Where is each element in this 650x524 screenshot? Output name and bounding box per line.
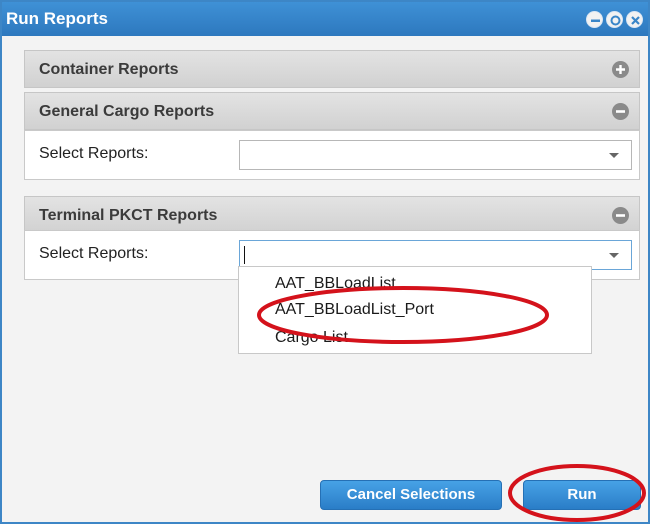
select-reports-label: Select Reports: [39,245,149,262]
plus-icon[interactable] [612,61,629,78]
close-icon[interactable] [626,11,643,28]
section-header-general-cargo-reports[interactable]: General Cargo Reports [24,92,640,130]
restore-icon[interactable] [606,11,623,28]
section-header-container-reports[interactable]: Container Reports [24,50,640,88]
dropdown-option-selected[interactable]: AAT_BBLoadList_Port [275,301,434,319]
general-cargo-report-select[interactable] [239,140,632,170]
section-title: General Cargo Reports [39,103,215,120]
dropdown-option[interactable]: Cargo List [275,329,348,347]
minus-icon[interactable] [612,207,629,224]
cancel-selections-button[interactable]: Cancel Selections [320,480,502,510]
chevron-down-icon[interactable] [609,253,619,258]
select-reports-label: Select Reports: [39,145,149,162]
minus-icon[interactable] [612,103,629,120]
title-bar: Run Reports [2,2,648,36]
text-caret [244,246,245,264]
report-options-dropdown: AAT_BBLoadList AAT_BBLoadList_Port Cargo… [238,266,592,354]
section-title: Terminal PKCT Reports [39,207,218,224]
run-reports-window: Run Reports Container Reports General Ca… [0,0,650,524]
dropdown-option[interactable]: AAT_BBLoadList [275,275,396,293]
chevron-down-icon[interactable] [609,153,619,158]
minimize-icon[interactable] [586,11,603,28]
window-title: Run Reports [6,9,108,28]
run-button[interactable]: Run [523,480,641,510]
section-body-general-cargo: Select Reports: [24,130,640,180]
section-title: Container Reports [39,61,179,78]
section-header-terminal-pkct-reports[interactable]: Terminal PKCT Reports [24,196,640,234]
